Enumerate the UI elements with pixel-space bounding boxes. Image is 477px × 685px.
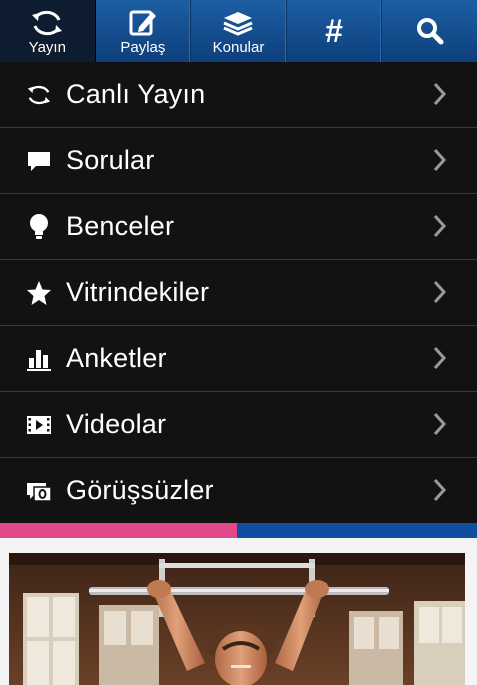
tab-label: Paylaş xyxy=(120,38,166,56)
tab-paylas[interactable]: Paylaş xyxy=(96,0,192,62)
chevron-right-icon xyxy=(433,280,447,309)
refresh-icon xyxy=(30,7,64,39)
refresh-icon xyxy=(26,82,52,108)
chevron-right-icon xyxy=(433,478,447,507)
tab-hashtag[interactable]: # xyxy=(287,0,383,62)
menu-item-label: Videolar xyxy=(66,409,167,439)
menu-item-vitrindekiler[interactable]: Vitrindekiler xyxy=(0,260,477,326)
menu-item-label: Görüşsüzler xyxy=(66,475,214,505)
menu-item-anketler[interactable]: Anketler xyxy=(0,326,477,392)
color-stripe xyxy=(0,523,477,538)
edit-icon xyxy=(128,7,158,39)
star-icon xyxy=(26,280,52,306)
menu-item-gorussuzler[interactable]: Görüşsüzler xyxy=(0,458,477,524)
chevron-right-icon xyxy=(433,214,447,243)
stripe-blue xyxy=(237,523,477,538)
top-tab-bar: Yayın Paylaş Konular # xyxy=(0,0,477,63)
menu-item-label: Canlı Yayın xyxy=(66,79,206,109)
chevron-right-icon xyxy=(433,148,447,177)
fitness-photo[interactable] xyxy=(9,553,465,685)
video-icon xyxy=(26,412,52,438)
hashtag-icon: # xyxy=(325,13,343,49)
lightbulb-icon xyxy=(26,213,52,240)
chevron-right-icon xyxy=(433,346,447,375)
main-menu: Canlı Yayın Sorular Benceler Vitrindekil… xyxy=(0,62,477,524)
menu-item-canli-yayin[interactable]: Canlı Yayın xyxy=(0,62,477,128)
menu-item-label: Sorular xyxy=(66,145,155,175)
stripe-pink xyxy=(0,523,237,538)
menu-item-label: Vitrindekiler xyxy=(66,277,210,307)
tab-yayin[interactable]: Yayın xyxy=(0,0,96,62)
search-icon xyxy=(415,15,445,47)
books-icon xyxy=(221,7,255,39)
bar-chart-icon xyxy=(26,346,52,372)
menu-item-sorular[interactable]: Sorular xyxy=(0,128,477,194)
speech-bubble-icon xyxy=(26,148,52,174)
content-card xyxy=(0,538,477,685)
menu-item-benceler[interactable]: Benceler xyxy=(0,194,477,260)
chevron-right-icon xyxy=(433,82,447,111)
tab-search[interactable] xyxy=(382,0,477,62)
tab-label: Konular xyxy=(212,38,265,56)
chat-zero-icon xyxy=(26,478,52,504)
menu-item-label: Benceler xyxy=(66,211,175,241)
menu-item-videolar[interactable]: Videolar xyxy=(0,392,477,458)
tab-label: Yayın xyxy=(28,38,66,56)
chevron-right-icon xyxy=(433,412,447,441)
tab-konular[interactable]: Konular xyxy=(191,0,287,62)
menu-item-label: Anketler xyxy=(66,343,167,373)
